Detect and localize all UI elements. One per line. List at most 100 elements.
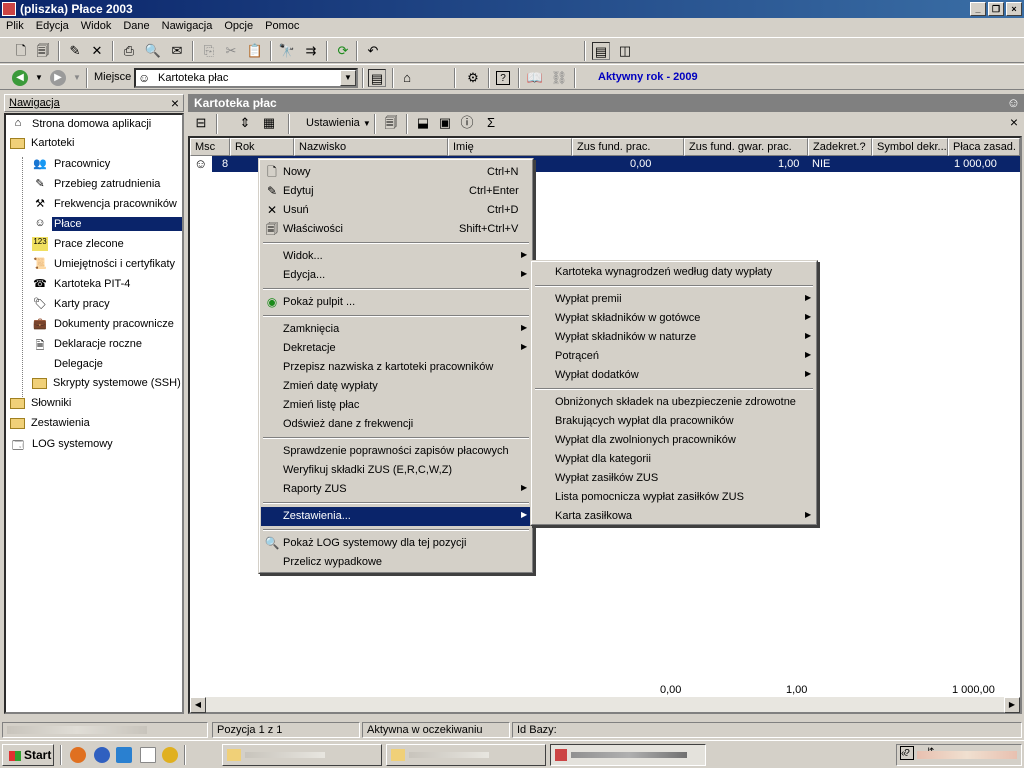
settings-dropdown[interactable]: Ustawienia ▼ bbox=[306, 117, 371, 129]
restore-button[interactable]: ❐ bbox=[988, 2, 1004, 16]
menu-item-dekretacje[interactable]: Dekretacje ▶ bbox=[261, 339, 531, 358]
cut-icon[interactable]: ✂ bbox=[222, 42, 240, 60]
column-header-symbol[interactable]: Symbol dekr... bbox=[872, 138, 948, 156]
column-header-zadekret[interactable]: Zadekret.? bbox=[808, 138, 872, 156]
calendar-icon[interactable]: ▣ bbox=[436, 114, 454, 132]
tree-item-dokumenty[interactable]: 💼 Dokumenty pracownicze bbox=[32, 317, 176, 335]
panel-toggle-icon[interactable]: ◫ bbox=[616, 42, 634, 60]
sort-icon[interactable]: ⇕ bbox=[236, 114, 254, 132]
info-icon[interactable]: ⓘ bbox=[458, 114, 476, 132]
tree-item-deklaracje[interactable]: 🗎 Deklaracje roczne bbox=[32, 337, 144, 355]
submenu-item-gotowka[interactable]: Wypłat składników w gotówce ▶ bbox=[533, 309, 815, 328]
menu-edycja[interactable]: Edycja bbox=[30, 18, 75, 32]
tree-item-pracownicy[interactable]: 👥 Pracownicy bbox=[32, 157, 112, 175]
tree-item-prace-zlecone[interactable]: 123 Prace zlecone bbox=[32, 237, 126, 255]
undo-icon[interactable]: ↶ bbox=[364, 42, 382, 60]
find-next-icon[interactable]: ⇉ bbox=[302, 42, 320, 60]
tray-expand-icon[interactable]: « bbox=[901, 748, 907, 759]
book-icon[interactable]: 📖 bbox=[526, 69, 544, 87]
submenu-item-brakujacych[interactable]: Brakujących wypłat dla pracowników bbox=[533, 412, 815, 431]
properties-icon[interactable]: 🗐 bbox=[382, 114, 400, 132]
document-icon[interactable] bbox=[140, 747, 156, 763]
column-header-nazwisko[interactable]: Nazwisko bbox=[294, 138, 448, 156]
menu-item-raporty-zus[interactable]: Raporty ZUS ▶ bbox=[261, 480, 531, 499]
tree-item-home[interactable]: ⌂ Strona domowa aplikacji bbox=[10, 117, 153, 135]
submenu-item-obnizonych-skladek[interactable]: Obniżonych składek na ubezpieczenie zdro… bbox=[533, 393, 815, 412]
taskbar-window-2[interactable] bbox=[386, 744, 546, 766]
close-icon[interactable]: × bbox=[171, 95, 179, 111]
tree-toggle-icon[interactable]: ▤ bbox=[592, 42, 610, 60]
menu-item-zmien-date[interactable]: Zmień datę wypłaty bbox=[261, 377, 531, 396]
back-dropdown-icon[interactable]: ▼ bbox=[30, 69, 48, 87]
menu-plik[interactable]: Plik bbox=[0, 18, 30, 32]
tree-item-kartoteki[interactable]: Kartoteki bbox=[10, 137, 76, 155]
submenu-item-kategorii[interactable]: Wypłat dla kategorii bbox=[533, 450, 815, 469]
chevron-down-icon[interactable]: ▼ bbox=[340, 70, 356, 86]
menu-item-wlasciwosci[interactable]: 🗐 Właściwości Shift+Ctrl+V bbox=[261, 220, 531, 239]
menu-item-pokaz-pulpit[interactable]: ◉ Pokaż pulpit ... bbox=[261, 293, 531, 312]
menu-pomoc[interactable]: Pomoc bbox=[259, 18, 305, 32]
print-icon[interactable]: ⎙ bbox=[120, 42, 138, 60]
close-icon[interactable]: × bbox=[1010, 114, 1018, 130]
tree-item-place[interactable]: ☺ Płace bbox=[32, 217, 182, 235]
menu-item-pokaz-log[interactable]: 🔍 Pokaż LOG systemowy dla tej pozycji bbox=[261, 534, 531, 553]
minimize-button[interactable]: _ bbox=[970, 2, 986, 16]
tree-item-frekwencja[interactable]: ⚒ Frekwencja pracowników bbox=[32, 197, 179, 215]
menu-item-edytuj[interactable]: ✎ Edytuj Ctrl+Enter bbox=[261, 182, 531, 201]
scroll-right-icon[interactable]: ▶ bbox=[1004, 697, 1020, 713]
mail-icon[interactable]: ✉ bbox=[168, 42, 186, 60]
submenu-item-potracen[interactable]: Potrąceń ▶ bbox=[533, 347, 815, 366]
location-tree-icon[interactable]: ▤ bbox=[368, 69, 386, 87]
column-header-placa[interactable]: Płaca zasad. bbox=[948, 138, 1020, 156]
taskbar-window-1[interactable] bbox=[222, 744, 382, 766]
start-button[interactable]: Start bbox=[2, 744, 54, 766]
find-icon[interactable]: 🔭 bbox=[278, 42, 296, 60]
calculate-icon[interactable]: ⚙ bbox=[464, 69, 482, 87]
tree-item-skrypty[interactable]: Skrypty systemowe (SSH) bbox=[32, 377, 183, 395]
taskbar-window-place[interactable] bbox=[550, 744, 706, 766]
horizontal-scrollbar[interactable]: ◀ ▶ bbox=[190, 696, 1020, 713]
tree-item-karty-pracy[interactable]: 🏷 Karty pracy bbox=[32, 297, 112, 315]
menu-item-zestawienia[interactable]: Zestawienia... ▶ bbox=[261, 507, 531, 526]
tree-item-log[interactable]: 🗔 LOG systemowy bbox=[10, 437, 115, 455]
home-icon[interactable]: ⌂ bbox=[398, 69, 416, 87]
columns-icon[interactable]: ▦ bbox=[260, 114, 278, 132]
app-icon[interactable] bbox=[2, 2, 16, 16]
print-preview-icon[interactable]: 🔍 bbox=[144, 42, 162, 60]
media-player-icon[interactable] bbox=[162, 747, 178, 763]
menu-item-odswiez-frekwencja[interactable]: Odśwież dane z frekwencji bbox=[261, 415, 531, 434]
filter-icon[interactable]: ⊟ bbox=[192, 114, 210, 132]
refresh-icon[interactable]: ⟳ bbox=[334, 42, 352, 60]
forward-icon[interactable]: ▶ bbox=[50, 70, 66, 86]
delete-icon[interactable]: ✕ bbox=[88, 42, 106, 60]
scroll-left-icon[interactable]: ◀ bbox=[190, 697, 206, 713]
forward-dropdown-icon[interactable]: ▼ bbox=[68, 69, 86, 87]
submenu-item-dodatkow[interactable]: Wypłat dodatków ▶ bbox=[533, 366, 815, 385]
tree-item-slowniki[interactable]: Słowniki bbox=[10, 397, 73, 415]
submenu-item-lista-pomocnicza[interactable]: Lista pomocnicza wypłat zasiłków ZUS bbox=[533, 488, 815, 507]
column-header-zus-fund[interactable]: Zus fund. prac. bbox=[572, 138, 684, 156]
tree-item-delegacje[interactable]: Delegacje bbox=[32, 357, 105, 375]
close-button[interactable]: × bbox=[1006, 2, 1022, 16]
browser-icon[interactable] bbox=[94, 747, 110, 763]
submenu-item-natura[interactable]: Wypłat składników w naturze ▶ bbox=[533, 328, 815, 347]
menu-item-widok[interactable]: Widok... ▶ bbox=[261, 247, 531, 266]
menu-item-nowy[interactable]: 🗋 Nowy Ctrl+N bbox=[261, 163, 531, 182]
tree-item-umiejetnosci[interactable]: 📜 Umiejętności i certyfikaty bbox=[32, 257, 177, 275]
tree-item-zestawienia[interactable]: Zestawienia bbox=[10, 417, 92, 435]
tree-item-przebieg[interactable]: ✎ Przebieg zatrudnienia bbox=[32, 177, 162, 195]
menu-nawigacja[interactable]: Nawigacja bbox=[156, 18, 219, 32]
submenu-item-zwolnionych[interactable]: Wypłat dla zwolnionych pracowników bbox=[533, 431, 815, 450]
edit-icon[interactable]: ✎ bbox=[66, 42, 84, 60]
column-header-rok[interactable]: Rok bbox=[230, 138, 294, 156]
column-header-imie[interactable]: Imię bbox=[448, 138, 572, 156]
back-icon[interactable]: ◀ bbox=[12, 70, 28, 86]
export-icon[interactable]: ⬓ bbox=[414, 114, 432, 132]
new-document-icon[interactable]: 🗋 bbox=[12, 42, 30, 60]
submenu-item-karta-zasilkowa[interactable]: Karta zasiłkowa ▶ bbox=[533, 507, 815, 526]
paste-icon[interactable]: 📋 bbox=[246, 42, 264, 60]
menu-opcje[interactable]: Opcje bbox=[218, 18, 259, 32]
link-icon[interactable]: ⛓ bbox=[550, 69, 568, 87]
firefox-icon[interactable] bbox=[70, 747, 86, 763]
menu-item-przepisz-nazwiska[interactable]: Przepisz nazwiska z kartoteki pracownikó… bbox=[261, 358, 531, 377]
